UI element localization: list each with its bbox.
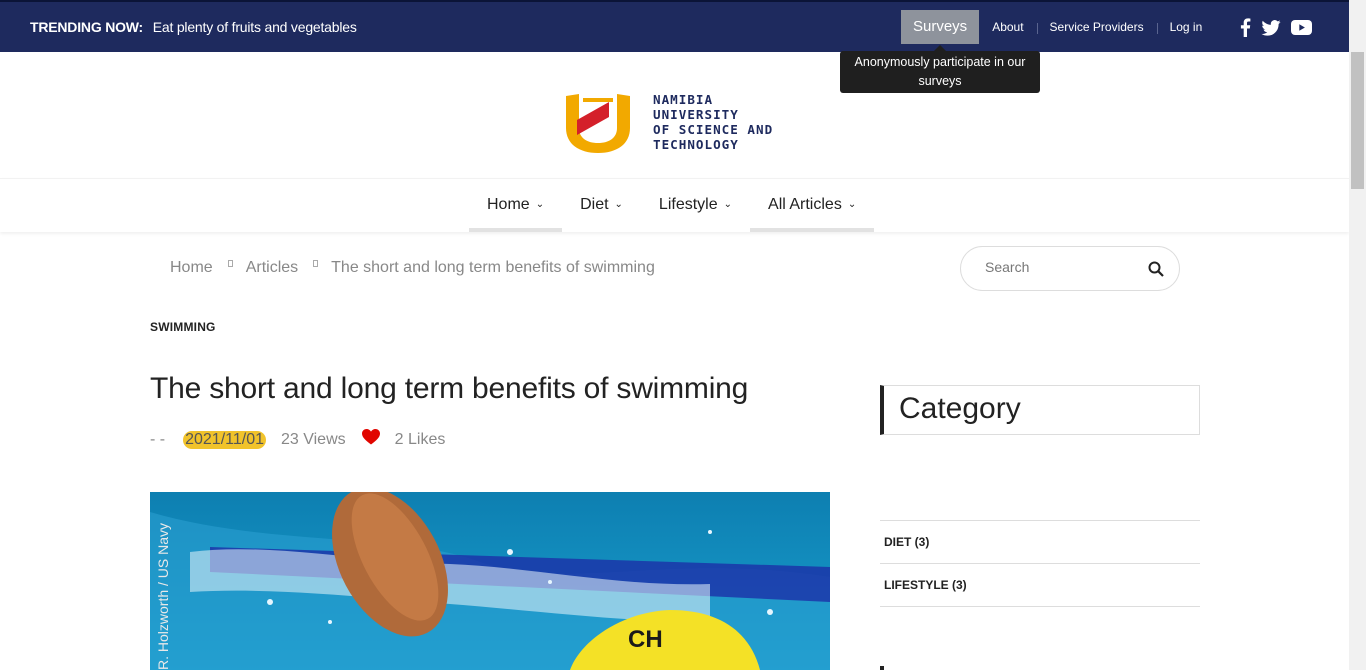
chevron-down-icon: ⌄	[723, 199, 733, 210]
category-list: DIET (3) LIFESTYLE (3)	[880, 520, 1200, 607]
login-link[interactable]: Log in	[1156, 20, 1216, 34]
nav-item-label: All Articles	[768, 196, 842, 213]
university-emblem-icon	[566, 94, 630, 153]
svg-text:CH: CH	[628, 626, 663, 653]
nav-item-diet[interactable]: Diet ⌄	[562, 179, 641, 232]
search-input[interactable]	[985, 259, 1135, 275]
top-bar: TRENDING NOW: Eat plenty of fruits and v…	[0, 0, 1349, 52]
chevron-down-icon: ⌄	[847, 199, 857, 210]
trending-lead: TRENDING NOW:	[30, 19, 144, 35]
image-credit-text: R. Holzworth / US Navy	[155, 523, 171, 670]
search-box	[960, 246, 1180, 291]
widget-divider	[880, 666, 884, 670]
top-nav: Surveys About Service Providers Log in	[901, 10, 1215, 44]
logo-line: OF SCIENCE AND	[653, 122, 774, 137]
article-views: 23 Views	[281, 430, 346, 448]
surveys-tooltip: Anonymously participate in our surveys	[840, 45, 1040, 93]
scrollbar-thumb[interactable]	[1351, 52, 1364, 189]
breadcrumb: Home Articles The short and long term be…	[170, 259, 655, 277]
twitter-icon[interactable]	[1261, 19, 1281, 41]
nav-item-lifestyle[interactable]: Lifestyle ⌄	[641, 179, 750, 232]
nav-item-label: Home	[487, 196, 530, 213]
chevron-down-icon: ⌄	[614, 199, 623, 210]
social-links	[1240, 18, 1312, 42]
breadcrumb-current: The short and long term benefits of swim…	[331, 259, 655, 276]
article-hero-image: CH	[150, 492, 830, 670]
nav-item-all-articles[interactable]: All Articles ⌄	[750, 179, 875, 232]
article-likes: 2 Likes	[394, 430, 446, 448]
article-meta: - - 2021/11/01 23 Views 2 Likes	[150, 429, 445, 450]
category-heading: Category	[899, 392, 1021, 425]
image-credit: R. Holzworth / US Navy	[154, 497, 174, 670]
breadcrumb-home[interactable]: Home	[170, 259, 213, 277]
breadcrumb-articles[interactable]: Articles	[246, 259, 298, 277]
category-widget-title: Category	[880, 385, 1200, 435]
logo-line: NAMIBIA	[653, 92, 714, 107]
article-author: - -	[150, 430, 166, 448]
category-item-diet[interactable]: DIET (3)	[880, 521, 1200, 564]
article-date: 2021/11/01	[183, 430, 266, 449]
breadcrumb-separator-icon	[313, 259, 319, 267]
about-link[interactable]: About	[979, 20, 1036, 34]
logo-text: NAMIBIA UNIVERSITY OF SCIENCE AND TECHNO…	[653, 92, 773, 152]
article-category-tag[interactable]: SWIMMING	[150, 320, 216, 334]
search-icon[interactable]	[1148, 261, 1164, 282]
youtube-icon[interactable]	[1291, 20, 1312, 40]
site-logo[interactable]: NAMIBIA UNIVERSITY OF SCIENCE AND TECHNO…	[563, 90, 773, 154]
facebook-icon[interactable]	[1240, 18, 1251, 42]
nav-item-label: Diet	[580, 196, 609, 213]
article-title: The short and long term benefits of swim…	[150, 372, 749, 405]
category-item-lifestyle[interactable]: LIFESTYLE (3)	[880, 564, 1200, 607]
breadcrumb-separator-icon	[227, 259, 233, 267]
heart-icon[interactable]	[361, 429, 380, 450]
nav-item-home[interactable]: Home ⌄	[469, 179, 563, 232]
nav-item-label: Lifestyle	[658, 196, 718, 213]
surveys-button[interactable]: Surveys	[901, 10, 980, 44]
main-nav: Home ⌄ Diet ⌄ Lifestyle ⌄ All Articles ⌄	[0, 178, 1349, 232]
logo-line: TECHNOLOGY	[653, 137, 739, 152]
trending-banner[interactable]: TRENDING NOW: Eat plenty of fruits and v…	[30, 19, 357, 35]
page-scrollbar[interactable]	[1349, 0, 1366, 670]
trending-text[interactable]: Eat plenty of fruits and vegetables	[153, 19, 357, 35]
logo-line: UNIVERSITY	[653, 107, 739, 122]
service-providers-link[interactable]: Service Providers	[1036, 20, 1157, 34]
chevron-down-icon: ⌄	[535, 199, 545, 210]
